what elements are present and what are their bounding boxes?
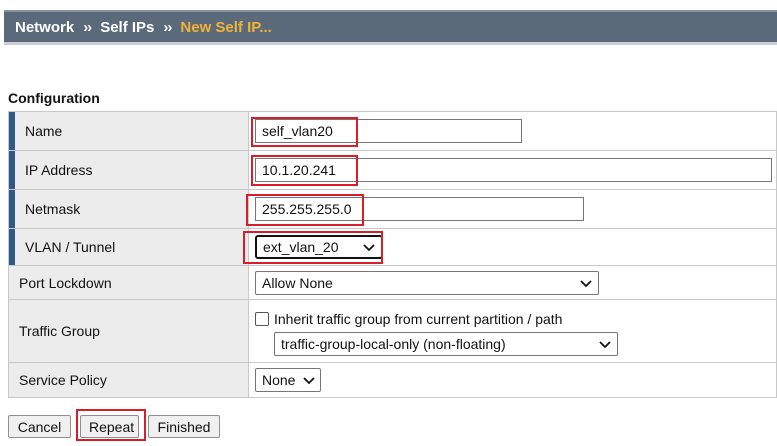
traffic-group-select[interactable]: traffic-group-local-only (non-floating) [274,331,618,356]
breadcrumb-separator: ›› [83,18,92,36]
vlan-tunnel-label: VLAN / Tunnel [8,228,249,266]
inherit-traffic-group-row: Inherit traffic group from current parti… [255,311,776,327]
inherit-traffic-group-checkbox[interactable] [255,311,269,326]
cancel-button[interactable]: Cancel [8,415,71,438]
service-policy-value: None [262,372,296,388]
finished-button[interactable]: Finished [148,415,220,438]
name-label: Name [8,111,249,151]
vlan-tunnel-select[interactable]: ext_vlan_20 [255,235,383,259]
section-title: Configuration [8,90,100,106]
netmask-label: Netmask [8,189,249,229]
row-port-lockdown: Port Lockdown Allow None [8,265,777,300]
ip-address-label: IP Address [8,150,249,190]
inherit-traffic-group-label[interactable]: Inherit traffic group from current parti… [274,311,562,327]
repeat-button[interactable]: Repeat [80,415,139,438]
breadcrumb-current-page: New Self IP... [180,18,272,36]
chevron-down-icon [580,277,592,289]
row-name: Name [8,111,777,151]
breadcrumb: Network ›› Self IPs ›› New Self IP... [4,10,777,45]
traffic-group-value: traffic-group-local-only (non-floating) [281,335,506,352]
chevron-down-icon [363,241,375,253]
service-policy-select[interactable]: None [255,368,321,392]
breadcrumb-network[interactable]: Network [15,19,74,36]
service-policy-label: Service Policy [8,362,249,398]
row-vlan-tunnel: VLAN / Tunnel ext_vlan_20 [8,228,777,266]
chevron-down-icon [303,374,316,386]
name-input[interactable] [255,119,522,143]
port-lockdown-select[interactable]: Allow None [255,270,599,295]
port-lockdown-value: Allow None [262,274,333,291]
chevron-down-icon [599,338,611,350]
traffic-group-label: Traffic Group [8,299,249,363]
netmask-input[interactable] [255,197,584,221]
breadcrumb-self-ips[interactable]: Self IPs [100,19,154,36]
port-lockdown-label: Port Lockdown [8,265,249,300]
row-netmask: Netmask [8,189,777,229]
ip-address-input[interactable] [255,158,772,182]
row-ip-address: IP Address [8,150,777,190]
row-traffic-group: Traffic Group Inherit traffic group from… [8,299,777,363]
configuration-form: Name IP Address Netmask VLAN / Tunnel ex… [8,111,777,398]
breadcrumb-separator: ›› [163,18,172,36]
vlan-tunnel-value: ext_vlan_20 [263,239,339,255]
row-service-policy: Service Policy None [8,362,777,398]
